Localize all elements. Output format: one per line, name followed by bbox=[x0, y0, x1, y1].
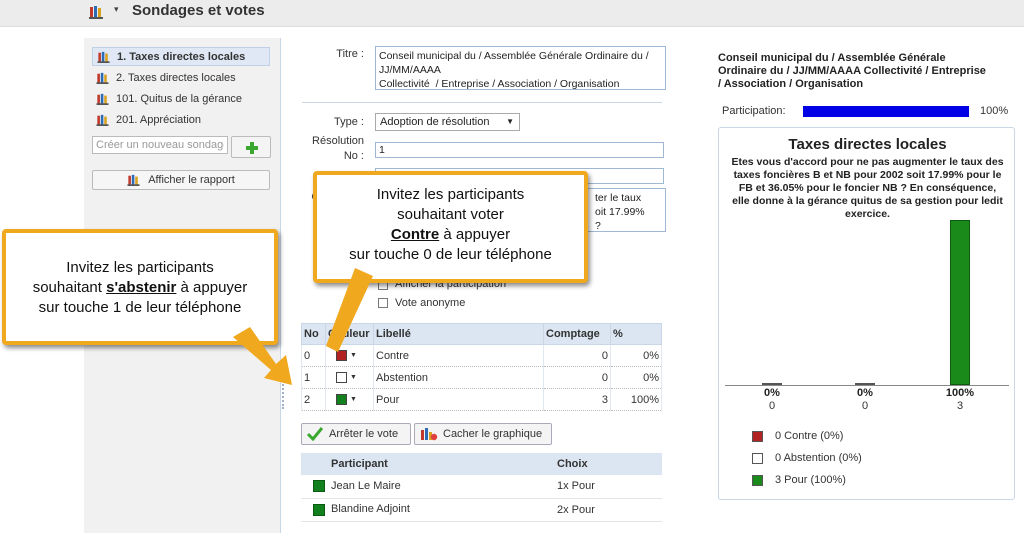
callout-arrows bbox=[233, 268, 373, 385]
callout-arrow bbox=[326, 268, 373, 352]
callout-arrow bbox=[233, 327, 292, 385]
